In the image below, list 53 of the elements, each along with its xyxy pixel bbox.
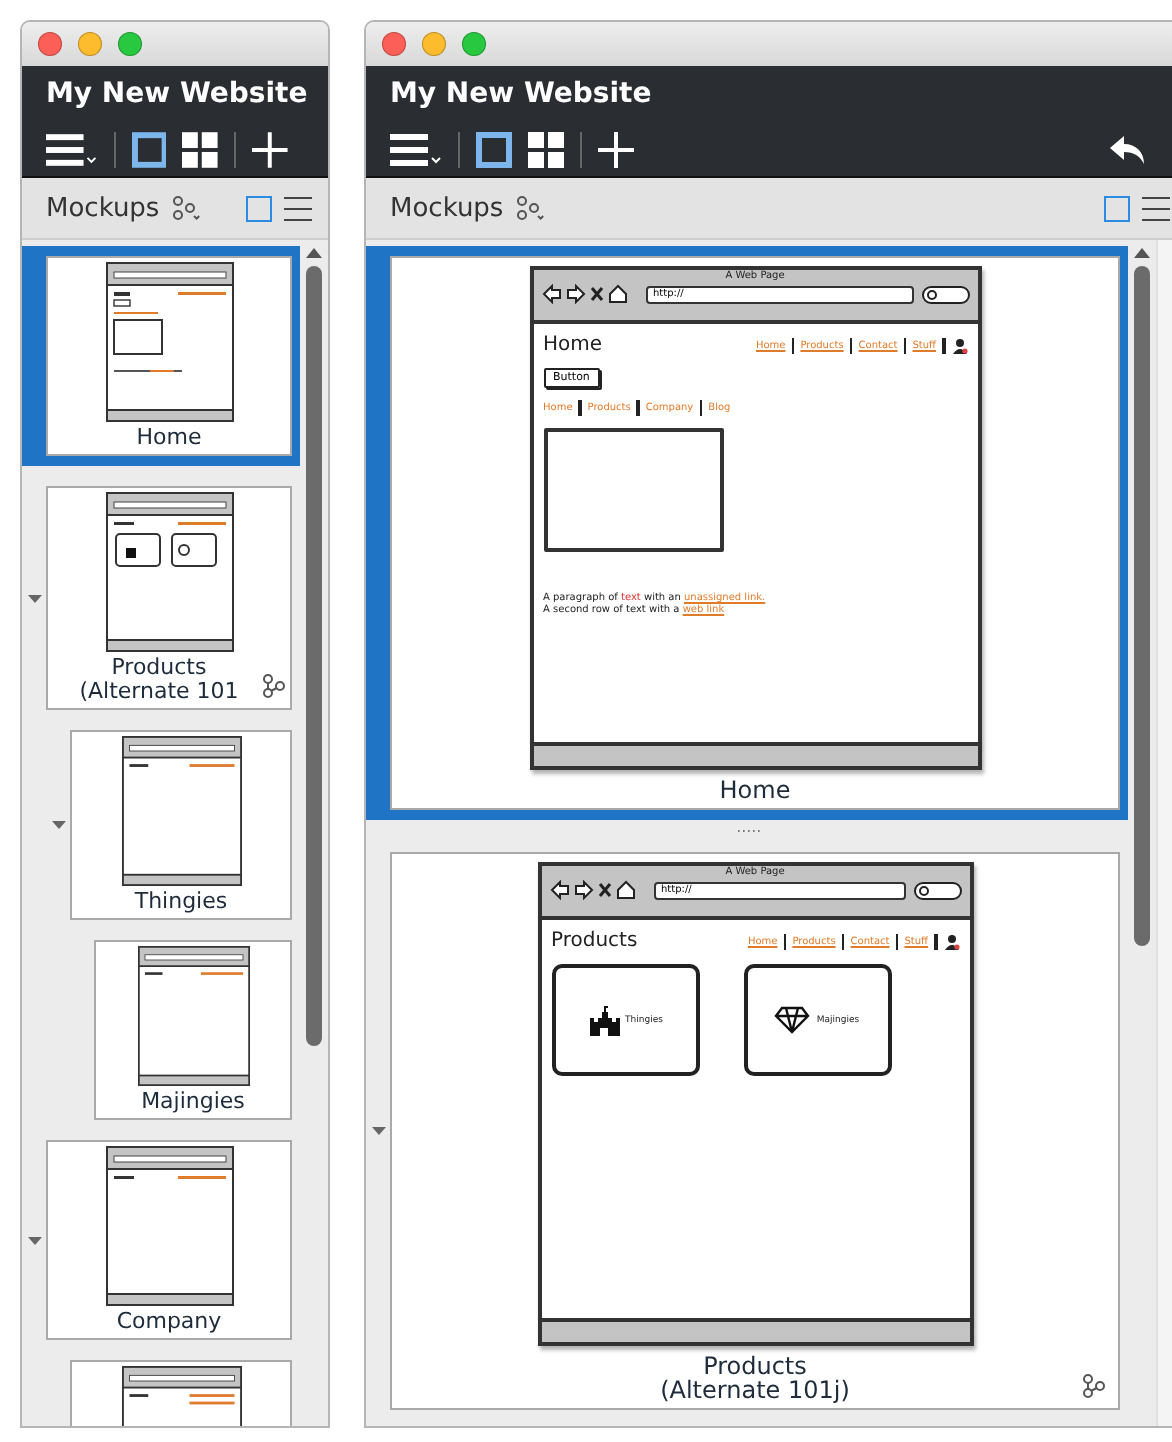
disclosure-triangle-icon[interactable] [371,1124,385,1138]
grid-view-icon[interactable] [182,132,219,169]
mockup-title: Thingies [134,890,228,914]
mockup-heading: Products [551,930,638,952]
scrollbar-thumb[interactable] [306,266,322,1046]
project-title: My New Website [390,76,654,114]
mockup-title: Majingies [141,1090,245,1114]
disclosure-triangle-icon[interactable] [27,591,41,605]
menu-icon[interactable] [46,132,98,169]
project-title: My New Website [46,76,304,114]
mockup-title: Home [136,426,202,450]
close-button[interactable] [382,32,406,56]
mockup-card[interactable]: Products (Alternate 101 [46,486,292,710]
add-icon[interactable] [598,132,634,169]
mockup-title: Home [719,778,791,802]
search-field [921,285,969,303]
zoom-button[interactable] [462,32,486,56]
zoom-button[interactable] [118,32,142,56]
add-icon[interactable] [252,132,288,169]
close-button[interactable] [38,32,62,56]
grid-view-icon[interactable] [528,132,564,169]
diamond-icon [774,1006,811,1034]
resize-grip-icon [735,828,759,834]
single-view-icon[interactable] [476,132,512,169]
panel-title: Mockups [46,193,160,223]
thumbnail-view-icon[interactable] [1104,195,1130,221]
user-icon [943,933,959,949]
list-view-icon[interactable] [284,195,312,221]
page-thumbnail-drawing [137,946,249,1086]
castle-icon [587,1004,620,1036]
scroll-up-icon[interactable] [1134,248,1150,258]
scrollbar-thumb[interactable] [1134,266,1150,946]
menu-icon[interactable] [390,132,442,169]
thumbnail-view-icon[interactable] [246,195,272,221]
branch-icon[interactable] [515,196,544,220]
search-field [913,881,961,899]
mockup-title: Products (Alternate 101j) [660,1354,850,1402]
mockup-card[interactable]: Majingies [94,940,292,1120]
mockup-card[interactable]: Home [46,256,292,456]
disclosure-triangle-icon[interactable] [51,818,65,832]
mockup-card[interactable]: Thingies [70,730,292,920]
mockup-title: Company [116,1310,222,1334]
user-icon [951,337,967,353]
mockup-card[interactable]: Company [46,1140,292,1340]
disclosure-triangle-icon[interactable] [27,1233,41,1247]
mockup-title: Products (Alternate 101 [79,656,239,704]
panel-title: Mockups [390,193,504,223]
mockup-heading: Home [543,334,603,356]
scroll-up-icon[interactable] [306,248,322,258]
branch-icon[interactable] [171,196,200,220]
single-view-icon[interactable] [131,132,167,169]
list-view-icon[interactable] [1142,195,1170,221]
undo-icon[interactable] [1110,134,1146,167]
